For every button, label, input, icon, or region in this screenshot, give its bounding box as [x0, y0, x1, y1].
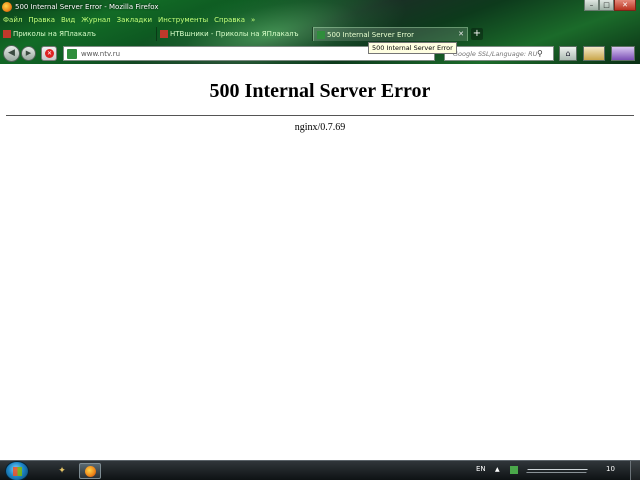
clock[interactable]: 10 [606, 465, 615, 473]
forward-button[interactable]: ▶ [21, 46, 36, 61]
site-identity-icon[interactable] [67, 48, 77, 59]
menu-help[interactable]: Справка [214, 16, 245, 24]
yaplakal-favicon-icon [160, 30, 168, 38]
maximize-button[interactable]: □ [599, 0, 614, 11]
server-signature: nginx/0.7.69 [294, 122, 346, 133]
yaplakal-favicon-icon [3, 30, 11, 38]
show-desktop-button[interactable] [630, 461, 640, 480]
navigation-toolbar: ◀ ▶ ✕ ⚲ ⌂ [0, 43, 640, 63]
tray-expand-icon[interactable]: ▲ [495, 466, 500, 473]
tab-close-icon[interactable]: ✕ [458, 30, 464, 38]
tray-redacted-area [526, 469, 588, 473]
home-button[interactable]: ⌂ [559, 46, 577, 61]
tab-label: НТВшники - Приколы на ЯПлакалъ [170, 30, 299, 38]
stop-button[interactable]: ✕ [41, 46, 57, 61]
menu-bar: Файл Правка Вид Журнал Закладки Инструме… [0, 13, 255, 26]
menu-overflow-chevron-icon[interactable]: » [251, 16, 255, 24]
tab-yaplakal[interactable]: Приколы на ЯПлакалъ [0, 27, 157, 41]
firefox-icon [85, 466, 96, 477]
menu-history[interactable]: Журнал [81, 16, 110, 24]
ntv-favicon-icon [317, 30, 325, 39]
stop-icon: ✕ [45, 49, 54, 58]
explorer-icon[interactable]: ✦ [51, 463, 73, 479]
tab-label: 500 Internal Server Error [327, 30, 415, 39]
menu-bookmarks[interactable]: Закладки [117, 16, 152, 24]
page-content: 500 Internal Server Error nginx/0.7.69 [0, 64, 640, 460]
page-title: 500 Internal Server Error [209, 80, 431, 102]
menu-grid-icon[interactable] [611, 46, 635, 61]
back-button[interactable]: ◀ [3, 45, 20, 62]
search-input[interactable] [445, 49, 537, 58]
window-controls: – □ ✕ [584, 0, 636, 11]
firefox-icon [2, 1, 12, 12]
menu-edit[interactable]: Правка [28, 16, 55, 24]
language-indicator[interactable]: EN [476, 465, 486, 473]
tab-500-error[interactable]: 500 Internal Server Error ✕ [313, 27, 468, 41]
divider [6, 115, 634, 116]
start-button[interactable] [5, 461, 29, 480]
firefox-taskbar-button[interactable] [79, 463, 101, 479]
new-tab-button[interactable]: + [471, 28, 483, 40]
title-bar: 500 Internal Server Error - Mozilla Fire… [0, 0, 640, 13]
tab-label: Приколы на ЯПлакалъ [13, 30, 96, 38]
tab-tooltip: 500 Internal Server Error [368, 42, 457, 54]
browser-chrome: 500 Internal Server Error - Mozilla Fire… [0, 0, 640, 64]
url-input[interactable] [81, 49, 381, 58]
minimize-button[interactable]: – [584, 0, 599, 11]
window-title: 500 Internal Server Error - Mozilla Fire… [15, 2, 159, 11]
menu-file[interactable]: Файл [3, 16, 22, 24]
close-button[interactable]: ✕ [614, 0, 636, 11]
menu-tools[interactable]: Инструменты [158, 16, 208, 24]
tab-bar: Приколы на ЯПлакалъ НТВшники - Приколы н… [0, 27, 640, 41]
action-center-flag-icon[interactable] [510, 466, 518, 474]
addon-toolbar-icon[interactable] [583, 46, 605, 61]
search-icon[interactable]: ⚲ [537, 49, 543, 58]
menu-view[interactable]: Вид [61, 16, 75, 24]
taskbar: ✦ EN ▲ 10 [0, 460, 640, 480]
search-bar[interactable]: ⚲ [444, 46, 554, 61]
tab-ntvshniki[interactable]: НТВшники - Приколы на ЯПлакалъ [157, 27, 313, 41]
